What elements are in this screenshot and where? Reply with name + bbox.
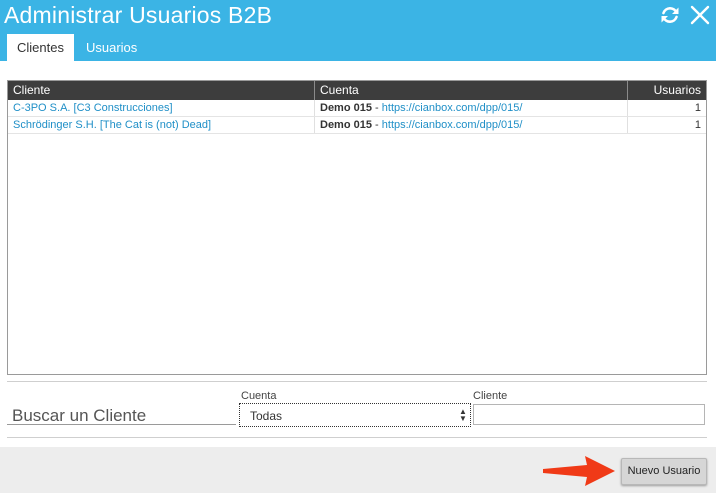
tab-usuarios[interactable]: Usuarios: [76, 34, 147, 61]
refresh-icon[interactable]: [659, 4, 681, 26]
window-title: Administrar Usuarios B2B: [4, 2, 273, 28]
column-header-cuenta[interactable]: Cuenta: [315, 81, 628, 100]
table-row[interactable]: Schrödinger S.H. [The Cat is (not) Dead]…: [8, 117, 706, 134]
tab-clientes[interactable]: Clientes: [7, 34, 74, 61]
new-user-button[interactable]: Nuevo Usuario: [621, 458, 707, 485]
cuenta-filter-label: Cuenta: [241, 390, 277, 402]
column-header-usuarios[interactable]: Usuarios: [628, 81, 706, 100]
user-count: 1: [694, 102, 701, 114]
cuenta-filter-select[interactable]: Todas ▲ ▼: [239, 403, 471, 427]
account-separator: -: [371, 119, 382, 131]
user-count: 1: [694, 119, 701, 131]
column-header-cliente[interactable]: Cliente: [8, 81, 315, 100]
grid-header: Cliente Cuenta Usuarios: [8, 81, 706, 100]
client-link[interactable]: C-3PO S.A. [C3 Construcciones]: [13, 102, 173, 114]
select-updown-icon: ▲ ▼: [459, 407, 467, 423]
tab-bar: Clientes Usuarios: [7, 34, 149, 61]
search-panel: Buscar un Cliente Cuenta Todas ▲ ▼ Client…: [7, 381, 707, 438]
client-link[interactable]: Schrödinger S.H. [The Cat is (not) Dead]: [13, 119, 211, 131]
search-heading: Buscar un Cliente: [12, 406, 147, 425]
account-name: Demo 015: [320, 102, 372, 114]
title-bar: Administrar Usuarios B2B Clientes Usuari…: [0, 0, 716, 61]
cliente-filter-input[interactable]: [473, 404, 705, 425]
search-heading-underline: [7, 424, 236, 425]
table-row[interactable]: C-3PO S.A. [C3 Construcciones] Demo 015 …: [8, 100, 706, 117]
cuenta-filter-value: Todas: [250, 409, 283, 423]
clients-grid: Cliente Cuenta Usuarios C-3PO S.A. [C3 C…: [7, 80, 707, 375]
account-name: Demo 015: [320, 119, 372, 131]
arrow-pointer-icon: [543, 456, 615, 486]
cliente-filter-label: Cliente: [473, 390, 508, 402]
account-url-link[interactable]: https://cianbox.com/dpp/015/: [382, 119, 523, 131]
close-icon[interactable]: [689, 4, 711, 26]
account-url-link[interactable]: https://cianbox.com/dpp/015/: [382, 102, 523, 114]
account-separator: -: [371, 102, 382, 114]
